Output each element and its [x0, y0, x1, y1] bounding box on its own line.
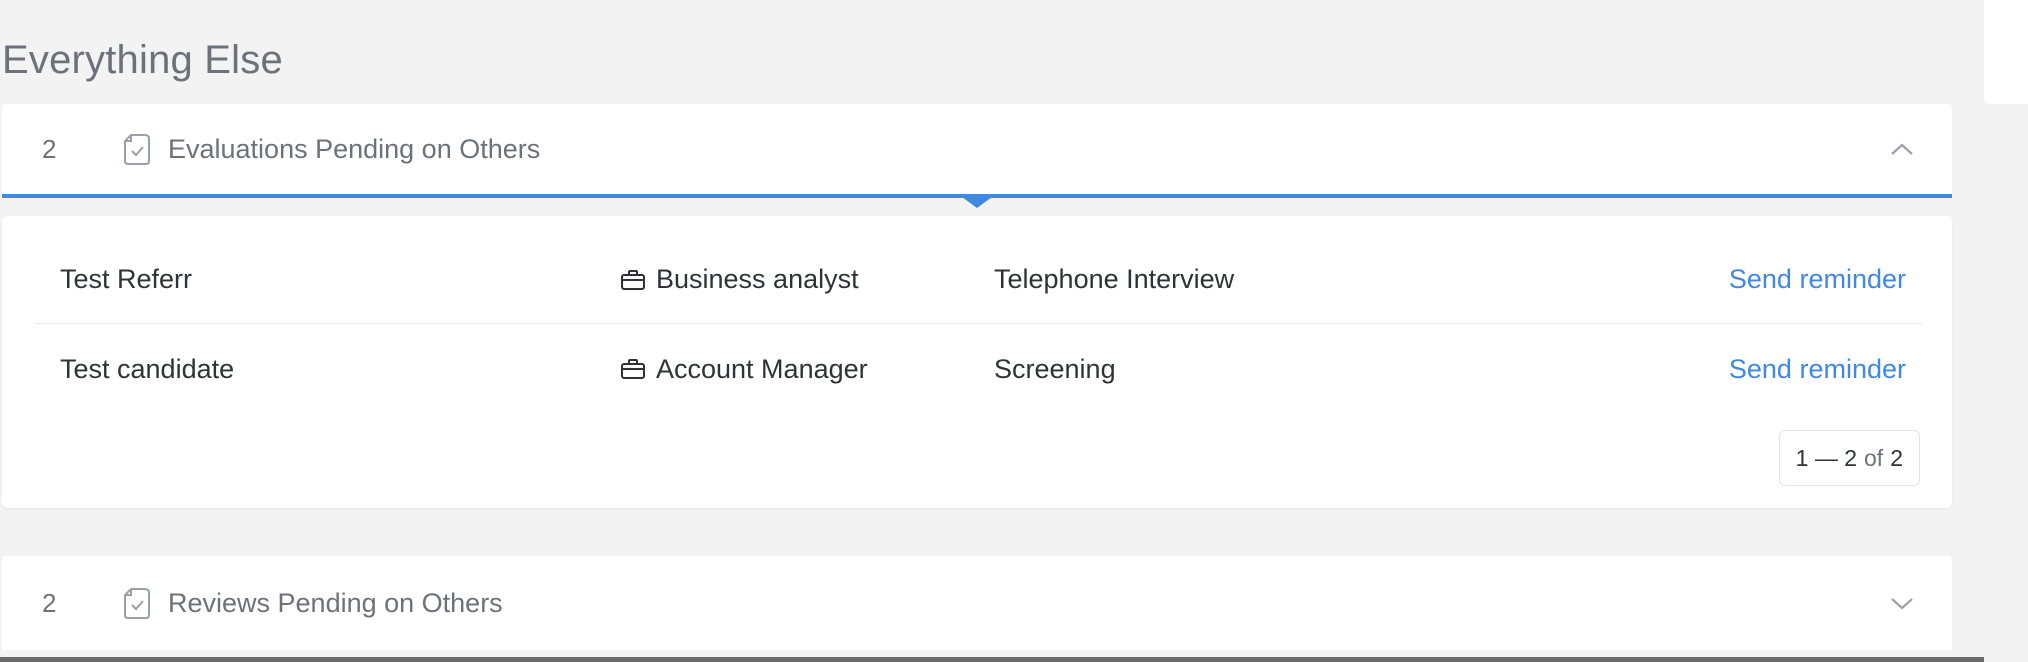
job-cell: Business analyst: [620, 264, 859, 295]
chevron-down-icon[interactable]: [1878, 579, 1926, 627]
panel-count: 2: [42, 587, 57, 618]
panel-title: Evaluations Pending on Others: [168, 133, 541, 164]
pagination-indicator: 1 — 2 of 2: [1778, 430, 1920, 486]
candidate-name[interactable]: Test Referr: [60, 264, 192, 295]
active-panel-pointer: [962, 197, 992, 208]
table-row: Test candidate Account Manager Screening…: [36, 325, 1922, 413]
send-reminder-link[interactable]: Send reminder: [1729, 264, 1906, 295]
briefcase-icon: [620, 358, 646, 380]
interview-stage: Screening: [994, 353, 1116, 384]
evaluations-list: Test Referr Business analyst Telephone I…: [2, 216, 1952, 508]
document-check-icon: [122, 586, 152, 620]
interview-stage: Telephone Interview: [994, 264, 1235, 294]
pagination-total: 2: [1890, 444, 1903, 471]
pagination-range: 1 — 2: [1795, 444, 1858, 471]
job-title[interactable]: Account Manager: [656, 354, 868, 385]
chevron-up-icon[interactable]: [1878, 125, 1926, 173]
document-check-icon: [122, 132, 152, 166]
job-title[interactable]: Business analyst: [656, 264, 859, 295]
window-bottom-edge: [0, 657, 1984, 662]
panel-title: Reviews Pending on Others: [168, 587, 503, 618]
panel-count: 2: [42, 133, 57, 164]
panel-header-reviews[interactable]: 2 Reviews Pending on Others: [2, 556, 1952, 650]
section-title: Everything Else: [2, 38, 283, 82]
page: Everything Else 2 Evaluations Pending on…: [0, 0, 2028, 662]
side-card: [1984, 0, 2028, 104]
job-cell: Account Manager: [620, 354, 868, 385]
send-reminder-link[interactable]: Send reminder: [1729, 354, 1906, 385]
candidate-name[interactable]: Test candidate: [60, 354, 234, 385]
briefcase-icon: [620, 269, 646, 291]
pagination-of-label: of: [1864, 444, 1884, 471]
panel-header-evaluations[interactable]: 2 Evaluations Pending on Others: [2, 104, 1952, 198]
table-row: Test Referr Business analyst Telephone I…: [36, 236, 1922, 324]
